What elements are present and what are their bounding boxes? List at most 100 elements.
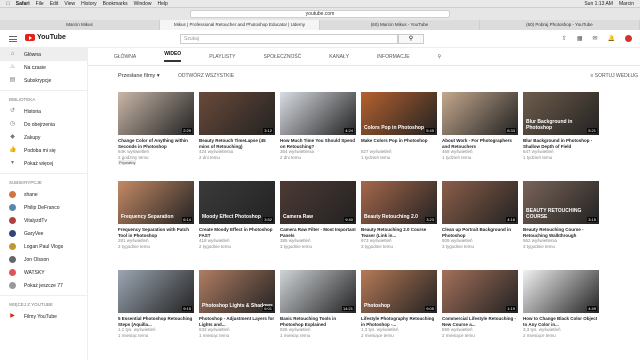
menu-item[interactable]: History	[81, 1, 97, 7]
sidebar-item[interactable]: 👍 Podoba mi się	[0, 144, 87, 157]
menu-item[interactable]: Bookmarks	[103, 1, 128, 7]
video-title[interactable]: 5 Essential Photoshop Retouching Steps (…	[118, 316, 194, 327]
video-title[interactable]: Blur Background in Photoshop - Shallow D…	[523, 138, 599, 149]
video-card[interactable]: 9:15 5 Essential Photoshop Retouching Ste…	[118, 270, 194, 353]
sidebar-subscription[interactable]: Jon Olsson	[0, 253, 87, 266]
video-title[interactable]: Clean up Portrait Background in Photosho…	[442, 227, 518, 238]
video-title[interactable]: Beauty Retouching 2.0 Course Teaser (Lin…	[361, 227, 437, 238]
video-card[interactable]: 6:33 About Work - For Photographers and R…	[442, 92, 518, 175]
sidebar-subscription[interactable]: Logan Paul Vlogs	[0, 240, 87, 253]
video-title[interactable]: About Work - For Photographers and Retou…	[442, 138, 518, 149]
video-thumbnail[interactable]: Moody Effect Photoshop 3:52	[199, 181, 275, 224]
video-thumbnail[interactable]: Frequency Separation 6:14	[118, 181, 194, 224]
avatar[interactable]	[625, 35, 632, 42]
video-card[interactable]: 2:29 Change Color of Anything within Seco…	[118, 92, 194, 175]
sidebar-item[interactable]: ▾ Pokaż więcej	[0, 157, 87, 170]
video-title[interactable]: Frequency Separation with Patch Tool in …	[118, 227, 194, 238]
upload-icon[interactable]: ⇧	[562, 35, 567, 42]
url-bar[interactable]: youtube.com	[190, 10, 450, 18]
video-thumbnail[interactable]: 2:29	[118, 92, 194, 135]
video-card[interactable]: Blur Background in Photoshop 5:21 Blur Bac…	[523, 92, 599, 175]
video-thumbnail[interactable]: BEAUTY RETOUCHING COURSE 3:15	[523, 181, 599, 224]
video-thumbnail[interactable]: 1:19	[442, 270, 518, 313]
sidebar-item[interactable]: ♨ Na czasie	[0, 61, 87, 74]
sidebar-item[interactable]: ▤ Subskrypcje	[0, 74, 87, 87]
video-card[interactable]: Colors Pop in Photoshop 5:45 Make Colors P…	[361, 92, 437, 175]
video-title[interactable]: Beauty Retouch TimeLapse (45 mins of Ret…	[199, 138, 275, 149]
menu-item[interactable]: Window	[134, 1, 152, 7]
sidebar-item[interactable]: ↺ Historia	[0, 105, 87, 118]
video-thumbnail[interactable]: Colors Pop in Photoshop 5:45	[361, 92, 437, 135]
youtube-logo[interactable]: YouTube	[25, 34, 66, 41]
video-card[interactable]: 3:12 Beauty Retouch TimeLapse (45 mins of…	[199, 92, 275, 175]
sidebar-item[interactable]: ▶ Filmy YouTube	[0, 310, 87, 323]
video-title[interactable]: Camera Raw Filter - Most Important Panel…	[280, 227, 356, 238]
search-icon[interactable]: ⚲	[438, 54, 442, 60]
video-thumbnail[interactable]: 4:49	[523, 270, 599, 313]
sidebar-subscription[interactable]: shane	[0, 188, 87, 201]
sidebar-subscription[interactable]: VitalyzdTv	[0, 214, 87, 227]
video-card[interactable]: 4:49 How to Change Black Color Object to …	[523, 270, 599, 353]
sidebar-subscription[interactable]: WATSKY	[0, 266, 87, 279]
sidebar-subscription[interactable]: Philip DeFranco	[0, 201, 87, 214]
video-card[interactable]: Photoshop 9:05 Lifestyle Photography Retou…	[361, 270, 437, 353]
play-all-button[interactable]: ODTWÓRZ WSZYSTKIE	[178, 73, 234, 79]
video-thumbnail[interactable]: Beauty Retouching 2.0 3:23	[361, 181, 437, 224]
video-card[interactable]: Photoshop Lights & Shadows 6:01 Photoshop …	[199, 270, 275, 353]
video-title[interactable]: Make Colors Pop in Photoshop	[361, 138, 437, 149]
sidebar-item[interactable]: ◷ Do obejrzenia	[0, 118, 87, 131]
video-card[interactable]: Camera Raw 9:40 Camera Raw Filter - Most I…	[280, 181, 356, 264]
sidebar-subscription[interactable]: Pokaż jeszcze 77	[0, 279, 87, 292]
browser-tab[interactable]: Mikus | Professional Retoucher and Photo…	[160, 20, 320, 30]
video-title[interactable]: Photoshop - Adjustment Layers for Lights…	[199, 316, 275, 327]
sort-button[interactable]: ≡ SORTUJ WEDŁUG	[590, 73, 638, 79]
video-thumbnail[interactable]: 3:12	[199, 92, 275, 135]
video-thumbnail[interactable]: 4:16	[442, 181, 518, 224]
browser-tab[interactable]: Marcin Mikus	[0, 20, 160, 30]
bell-icon[interactable]: 🔔	[608, 35, 615, 42]
video-title[interactable]: Basic Retouching Tools in Photoshop Expl…	[280, 316, 356, 327]
channel-tab[interactable]: KANAŁY	[329, 54, 349, 60]
sidebar-subscription[interactable]: GaryVee	[0, 227, 87, 240]
video-card[interactable]: 4:24 How Much Time You Should Spend on Re…	[280, 92, 356, 175]
channel-tab[interactable]: PLAYLISTY	[209, 54, 235, 60]
video-thumbnail[interactable]: Camera Raw 9:40	[280, 181, 356, 224]
browser-tab[interactable]: (60) Marcin Mikus - YouTube	[320, 20, 480, 30]
sidebar-item[interactable]: ⌂ Główna	[0, 48, 87, 61]
menu-item[interactable]: File	[36, 1, 44, 7]
user-name[interactable]: Marcin	[619, 1, 634, 7]
video-card[interactable]: BEAUTY RETOUCHING COURSE 3:15 Beauty Retou…	[523, 181, 599, 264]
channel-tab[interactable]: GŁÓWNA	[114, 54, 136, 60]
video-card[interactable]: Moody Effect Photoshop 3:52 Create Moody E…	[199, 181, 275, 264]
menu-icon[interactable]	[9, 36, 17, 42]
video-title[interactable]: How to Change Black Color Object to Any …	[523, 316, 599, 327]
browser-tab[interactable]: (60) Pobraj Photoshop - YouTube	[480, 20, 640, 30]
video-card[interactable]: Frequency Separation 6:14 Frequency Separa…	[118, 181, 194, 264]
video-thumbnail[interactable]: Blur Background in Photoshop 5:21	[523, 92, 599, 135]
menu-item[interactable]: Help	[157, 1, 167, 7]
search-button[interactable]: ⚲	[398, 34, 424, 44]
video-thumbnail[interactable]: 14:21	[280, 270, 356, 313]
video-thumbnail[interactable]: 4:24	[280, 92, 356, 135]
video-title[interactable]: Lifestyle Photography Retouching in Phot…	[361, 316, 437, 327]
video-thumbnail[interactable]: 9:15	[118, 270, 194, 313]
menu-item[interactable]: Edit	[50, 1, 59, 7]
apple-icon[interactable]: 	[6, 1, 10, 7]
video-card[interactable]: 4:16 Clean up Portrait Background in Phot…	[442, 181, 518, 264]
channel-tab[interactable]: INFORMACJE	[377, 54, 410, 60]
video-card[interactable]: 14:21 Basic Retouching Tools in Photoshop…	[280, 270, 356, 353]
apps-icon[interactable]: ▦	[577, 35, 583, 42]
video-card[interactable]: Beauty Retouching 2.0 3:23 Beauty Retouchi…	[361, 181, 437, 264]
video-title[interactable]: Change Color of Anything within Seconds …	[118, 138, 194, 149]
video-title[interactable]: Create Moody Effect in Photoshop FAST	[199, 227, 275, 238]
sidebar-item[interactable]: ◆ Zakupy	[0, 131, 87, 144]
video-card[interactable]: 1:19 Commercial Lifestyle Retouching - Ne…	[442, 270, 518, 353]
video-title[interactable]: Commercial Lifestyle Retouching - New Co…	[442, 316, 518, 327]
chat-icon[interactable]: ✉	[592, 35, 597, 42]
video-thumbnail[interactable]: Photoshop 9:05	[361, 270, 437, 313]
menu-item[interactable]: View	[64, 1, 75, 7]
search-input[interactable]: Szukaj	[180, 34, 398, 44]
video-title[interactable]: Beauty Retouching Course - Retouching Wa…	[523, 227, 599, 238]
channel-tab[interactable]: WIDEO	[164, 51, 182, 62]
uploads-select[interactable]: Przesłane filmy ▾	[118, 73, 160, 79]
